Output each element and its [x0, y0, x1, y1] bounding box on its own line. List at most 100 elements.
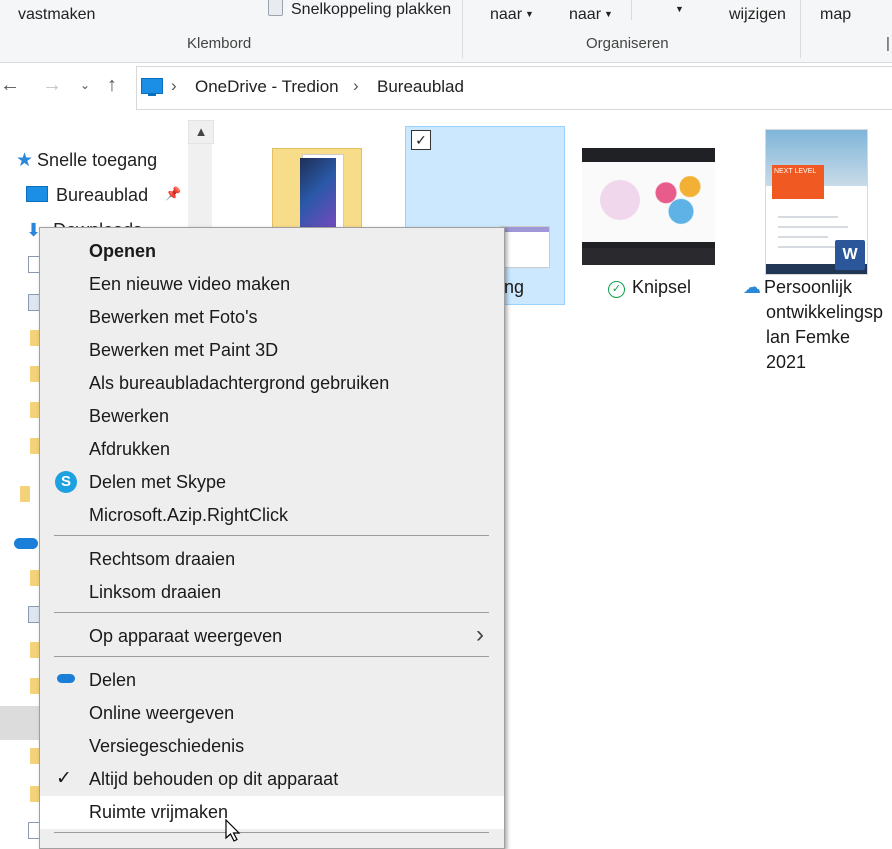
- clipboard-group-label: Klembord: [187, 35, 252, 52]
- chevron-right-icon[interactable]: ›: [353, 76, 359, 96]
- menu-item-label: Linksom draaien: [89, 582, 222, 602]
- slide-graphic: [600, 180, 640, 220]
- file-item-folder[interactable]: [272, 144, 364, 240]
- move-to-button[interactable]: naar ▼: [490, 6, 534, 24]
- onedrive-cloud-icon: [14, 538, 38, 549]
- file-thumbnail: [500, 226, 550, 268]
- file-name-document: ☁ Persoonlijk ontwikkelingsp lan Femke 20…: [743, 275, 892, 375]
- chevron-down-icon: ▼: [525, 9, 534, 19]
- word-icon: W: [835, 240, 865, 270]
- menu-item-label: Afdrukken: [89, 439, 171, 459]
- menu-item-label: Bewerken met Paint 3D: [89, 340, 279, 360]
- context-menu: Openen Een nieuwe video maken Bewerken m…: [39, 227, 505, 849]
- doc-text-line: [778, 226, 848, 228]
- menu-item-edit-paint3d[interactable]: Bewerken met Paint 3D: [40, 334, 504, 367]
- doc-badge: NEXT LEVEL: [772, 165, 824, 199]
- file-name-line: lan Femke: [766, 327, 851, 347]
- checkmark-icon: ✓: [56, 768, 72, 789]
- creative-cloud-folder-icon: [20, 486, 30, 502]
- breadcrumb-onedrive[interactable]: OneDrive - Tredion: [195, 77, 339, 97]
- scroll-up-arrow-icon[interactable]: ▲: [188, 120, 214, 144]
- mouse-pointer-icon: [225, 819, 241, 842]
- menu-item-azip[interactable]: Microsoft.Azip.RightClick: [40, 499, 504, 532]
- menu-item-label: Bewerken met Foto's: [89, 307, 258, 327]
- nav-quick-access[interactable]: ★ Snelle toegang: [16, 149, 157, 172]
- menu-item-rotate-left[interactable]: Linksom draaien: [40, 576, 504, 609]
- menu-item-version-history[interactable]: Versiegeschiedenis: [40, 730, 504, 763]
- menu-separator: [54, 832, 489, 833]
- nav-desktop[interactable]: Bureaublad: [26, 185, 148, 206]
- slide-preview: [582, 162, 715, 242]
- menu-item-edit[interactable]: Bewerken: [40, 400, 504, 433]
- file-name-line: ontwikkelingsp: [766, 302, 884, 322]
- organize-group-label: Organiseren: [586, 35, 669, 52]
- desktop-icon: [141, 78, 163, 96]
- menu-item-always-keep[interactable]: ✓ Altijd behouden op dit apparaat: [40, 763, 504, 796]
- menu-item-label: Ruimte vrijmaken: [89, 802, 229, 822]
- file-thumbnail-knipsel[interactable]: [582, 148, 715, 265]
- ribbon: vastmaken Snelkoppeling plakken Klembord…: [0, 0, 892, 63]
- address-bar[interactable]: › OneDrive - Tredion › Bureaublad: [136, 66, 892, 110]
- delete-dropdown-icon[interactable]: ▼: [675, 4, 684, 14]
- file-name-knipsel-label: Knipsel: [632, 277, 692, 297]
- rename-button[interactable]: wijzigen: [729, 6, 786, 24]
- pin-to-quick-access-label[interactable]: vastmaken: [18, 6, 95, 24]
- new-folder-button[interactable]: map: [820, 6, 851, 24]
- copy-to-label: naar: [569, 6, 602, 23]
- cloud-icon: ☁: [743, 277, 761, 297]
- copy-to-button[interactable]: naar ▼: [569, 6, 613, 24]
- menu-item-label: Bewerken: [89, 406, 170, 426]
- up-arrow-icon[interactable]: ↑: [107, 74, 117, 97]
- chevron-right-icon[interactable]: ›: [171, 76, 177, 96]
- menu-item-label: Als bureaubladachtergrond gebruiken: [89, 373, 390, 393]
- paste-shortcut-button[interactable]: Snelkoppeling plakken: [268, 0, 451, 19]
- menu-item-share[interactable]: Delen: [40, 664, 504, 697]
- file-thumbnail-document[interactable]: NEXT LEVEL W: [765, 129, 868, 275]
- back-arrow-icon[interactable]: ←: [0, 74, 20, 97]
- skype-icon: S: [55, 471, 77, 493]
- menu-item-print[interactable]: Afdrukken: [40, 433, 504, 466]
- ribbon-divider: [800, 0, 801, 58]
- meeting-toolbar: [582, 248, 715, 265]
- desktop-icon: [26, 186, 48, 202]
- recent-locations-chevron-icon[interactable]: ⌄: [80, 78, 90, 92]
- menu-item-new-video[interactable]: Een nieuwe video maken: [40, 268, 504, 301]
- file-name-line: Persoonlijk: [764, 277, 853, 297]
- submenu-arrow-icon: ›: [476, 621, 484, 648]
- chevron-down-icon: ▼: [604, 9, 613, 19]
- menu-item-edit-photos[interactable]: Bewerken met Foto's: [40, 301, 504, 334]
- menu-separator: [54, 656, 489, 657]
- move-to-label: naar: [490, 6, 523, 23]
- ribbon-divider: [631, 0, 632, 20]
- menu-item-label: Delen: [89, 670, 137, 690]
- menu-item-label: Op apparaat weergeven: [89, 626, 283, 646]
- menu-item-cast-to-device[interactable]: Op apparaat weergeven ›: [40, 620, 504, 653]
- folder-preview-image: [300, 158, 336, 232]
- new-group-label-fragment: |: [886, 35, 890, 52]
- pin-icon: 📌: [165, 186, 182, 201]
- menu-item-open[interactable]: Openen: [40, 235, 504, 268]
- doc-text-line: [778, 246, 840, 248]
- menu-item-label: Een nieuwe video maken: [89, 274, 291, 294]
- menu-item-label: Openen: [89, 241, 157, 261]
- menu-item-set-background[interactable]: Als bureaubladachtergrond gebruiken: [40, 367, 504, 400]
- paste-shortcut-icon: [268, 0, 283, 16]
- doc-text-line: [778, 236, 828, 238]
- menu-item-free-up-space[interactable]: Ruimte vrijmaken: [40, 796, 504, 829]
- menu-item-share-skype[interactable]: S Delen met Skype: [40, 466, 504, 499]
- nav-selected-row[interactable]: [0, 706, 44, 740]
- menu-item-label: Rechtsom draaien: [89, 549, 236, 569]
- synced-check-icon: ✓: [608, 281, 625, 298]
- forward-arrow-icon[interactable]: →: [42, 74, 62, 97]
- onedrive-cloud-icon: [57, 674, 75, 683]
- breadcrumb-bureaublad[interactable]: Bureaublad: [377, 77, 464, 97]
- menu-item-rotate-right[interactable]: Rechtsom draaien: [40, 543, 504, 576]
- file-name-knipsel: ✓ Knipsel: [608, 275, 691, 300]
- menu-separator: [54, 535, 489, 536]
- selection-checkbox[interactable]: ✓: [411, 130, 431, 150]
- menu-item-view-online[interactable]: Online weergeven: [40, 697, 504, 730]
- nav-desktop-label: Bureaublad: [56, 185, 149, 205]
- menu-item-label: Online weergeven: [89, 703, 235, 723]
- doc-text-line: [778, 216, 838, 218]
- paste-shortcut-label: Snelkoppeling plakken: [291, 1, 452, 18]
